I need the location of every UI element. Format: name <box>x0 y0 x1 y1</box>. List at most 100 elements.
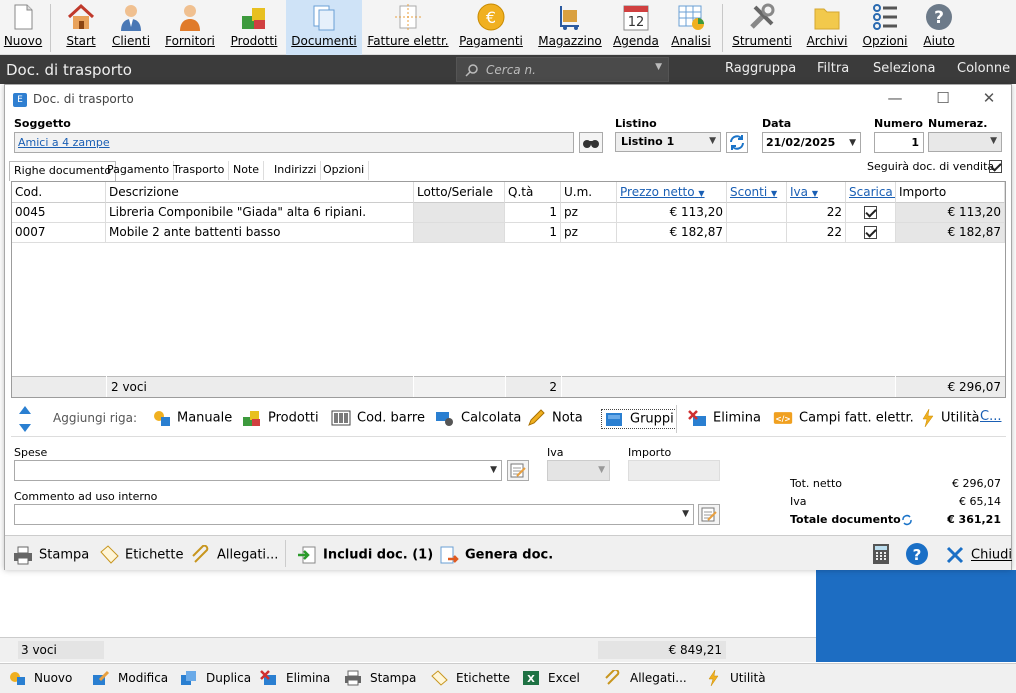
ribbon-documenti-button[interactable]: Documenti <box>286 0 362 55</box>
commento-select[interactable]: ▼ <box>14 504 694 525</box>
importo-field[interactable] <box>628 460 720 481</box>
bottom-duplicate-button[interactable]: Duplica <box>180 670 251 690</box>
cell-lotto[interactable] <box>414 223 505 243</box>
ribbon-pagamenti-button[interactable]: € Pagamenti <box>458 0 524 55</box>
genera-doc-button[interactable]: Genera doc. <box>439 545 553 565</box>
chiudi-button[interactable]: Chiudi <box>945 545 1012 565</box>
calculator-button[interactable] <box>871 543 897 565</box>
cell-scarica[interactable] <box>846 203 896 223</box>
ribbon-strumenti-button[interactable]: Strumenti <box>730 0 794 55</box>
move-up-down-icon[interactable] <box>17 404 33 434</box>
numeraz-select[interactable]: ▼ <box>928 132 1002 152</box>
binoculars-button[interactable] <box>579 132 603 153</box>
add-gruppi-button[interactable]: Gruppi <box>601 409 677 429</box>
filtra-button[interactable]: Filtra <box>817 61 849 76</box>
includi-doc-button[interactable]: Includi doc. (1) <box>297 545 433 565</box>
col-header-prezzo[interactable]: Prezzo netto ▼ <box>617 182 727 203</box>
add-nota-button[interactable]: Nota <box>526 409 583 427</box>
col-header-um[interactable]: U.m. <box>561 182 617 203</box>
spese-edit-button[interactable] <box>507 460 529 481</box>
help-button[interactable]: ? <box>905 542 935 566</box>
refresh-listino-button[interactable] <box>726 132 748 153</box>
cell-scarica[interactable] <box>846 223 896 243</box>
tab-righe-documento[interactable]: Righe documento <box>9 161 117 181</box>
scarica-checkbox[interactable] <box>864 206 877 219</box>
campi-fatt-button[interactable]: </> Campi fatt. elettr. <box>773 409 914 427</box>
maximize-icon[interactable]: ☐ <box>931 89 955 109</box>
bottom-edit-button[interactable]: Modifica <box>92 670 168 690</box>
col-header-importo[interactable]: Importo <box>896 182 1005 203</box>
ribbon-start-button[interactable]: Start <box>58 0 104 55</box>
seguira-checkbox[interactable] <box>989 160 1002 173</box>
numero-field[interactable]: 1 <box>874 132 924 153</box>
col-header-lotto[interactable]: Lotto/Seriale <box>414 182 505 203</box>
ribbon-archivi-button[interactable]: Archivi <box>802 0 852 55</box>
ribbon-prodotti-button[interactable]: Prodotti <box>226 0 282 55</box>
ribbon-magazzino-button[interactable]: Magazzino <box>536 0 604 55</box>
bottom-excel-button[interactable]: X Excel <box>522 670 580 690</box>
tab-note[interactable]: Note <box>229 161 265 180</box>
colonne-button[interactable]: Colonne <box>957 61 1010 76</box>
delete-row-button[interactable]: Elimina <box>687 409 761 427</box>
cell-descrizione[interactable]: Mobile 2 ante battenti basso <box>106 223 414 243</box>
utility-button[interactable]: Utilità <box>921 409 980 427</box>
iva-select[interactable]: ▼ <box>547 460 610 481</box>
data-field[interactable]: 21/02/2025 ▼ <box>762 132 861 153</box>
cell-iva[interactable]: 22 <box>787 203 846 223</box>
soggetto-value[interactable]: Amici a 4 zampe <box>18 136 110 149</box>
col-header-sconti[interactable]: Sconti ▼ <box>727 182 787 203</box>
more-link[interactable]: C... <box>980 409 1001 424</box>
cell-iva[interactable]: 22 <box>787 223 846 243</box>
raggruppa-button[interactable]: Raggruppa <box>725 61 796 76</box>
cell-sconti[interactable] <box>727 203 787 223</box>
add-barcode-button[interactable]: Cod. barre <box>331 409 425 427</box>
bottom-utility-button[interactable]: Utilità <box>706 670 766 690</box>
cell-um[interactable]: pz <box>561 203 617 223</box>
bottom-print-button[interactable]: Stampa <box>344 670 416 690</box>
tab-trasporto[interactable]: Trasporto <box>169 161 230 180</box>
bottom-delete-button[interactable]: Elimina <box>260 670 330 690</box>
close-icon[interactable]: ✕ <box>977 89 1001 109</box>
col-header-cod[interactable]: Cod. <box>12 182 106 203</box>
ribbon-new-button[interactable]: Nuovo <box>0 0 46 55</box>
stampa-button[interactable]: Stampa <box>13 545 89 565</box>
allegati-button[interactable]: Allegati... <box>191 545 278 565</box>
add-prodotti-button[interactable]: Prodotti <box>242 409 319 427</box>
commento-edit-button[interactable] <box>698 504 720 525</box>
ribbon-fatture-button[interactable]: Fatture elettr. <box>366 0 450 55</box>
ribbon-opzioni-button[interactable]: Opzioni <box>858 0 912 55</box>
col-header-descrizione[interactable]: Descrizione <box>106 182 414 203</box>
bottom-new-button[interactable]: Nuovo <box>8 670 72 690</box>
col-header-scarica[interactable]: Scarica m <box>846 182 896 203</box>
cell-descrizione[interactable]: Libreria Componibile "Giada" alta 6 ripi… <box>106 203 414 223</box>
seleziona-button[interactable]: Seleziona <box>873 61 935 76</box>
ribbon-analisi-button[interactable]: Analisi <box>664 0 718 55</box>
tab-opzioni[interactable]: Opzioni <box>319 161 370 180</box>
search-box[interactable]: Cerca n. ▼ <box>456 57 669 82</box>
cell-sconti[interactable] <box>727 223 787 243</box>
ribbon-aiuto-button[interactable]: ? Aiuto <box>914 0 964 55</box>
tab-pagamento[interactable]: Pagamento <box>103 161 175 180</box>
tab-indirizzi[interactable]: Indirizzi <box>270 161 322 180</box>
bottom-labels-button[interactable]: Etichette <box>430 670 510 690</box>
cell-prezzo[interactable]: € 182,87 <box>617 223 727 243</box>
spese-select[interactable]: ▼ <box>14 460 502 481</box>
cell-um[interactable]: pz <box>561 223 617 243</box>
add-manual-button[interactable]: Manuale <box>151 409 232 427</box>
cell-prezzo[interactable]: € 113,20 <box>617 203 727 223</box>
cell-cod[interactable]: 0045 <box>12 203 106 223</box>
cell-lotto[interactable] <box>414 203 505 223</box>
ribbon-clienti-button[interactable]: Clienti <box>106 0 156 55</box>
soggetto-field[interactable]: Amici a 4 zampe <box>14 132 574 153</box>
cell-qta[interactable]: 1 <box>505 223 561 243</box>
col-header-qta[interactable]: Q.tà <box>505 182 561 203</box>
scarica-checkbox[interactable] <box>864 226 877 239</box>
minimize-icon[interactable]: — <box>883 89 907 109</box>
bottom-attachments-button[interactable]: Allegati... <box>604 670 687 690</box>
ribbon-fornitori-button[interactable]: Fornitori <box>162 0 218 55</box>
recalculate-icon[interactable] <box>901 514 913 526</box>
chevron-down-icon[interactable]: ▼ <box>655 62 662 72</box>
cell-cod[interactable]: 0007 <box>12 223 106 243</box>
col-header-iva[interactable]: Iva ▼ <box>787 182 846 203</box>
etichette-button[interactable]: Etichette <box>99 545 184 565</box>
